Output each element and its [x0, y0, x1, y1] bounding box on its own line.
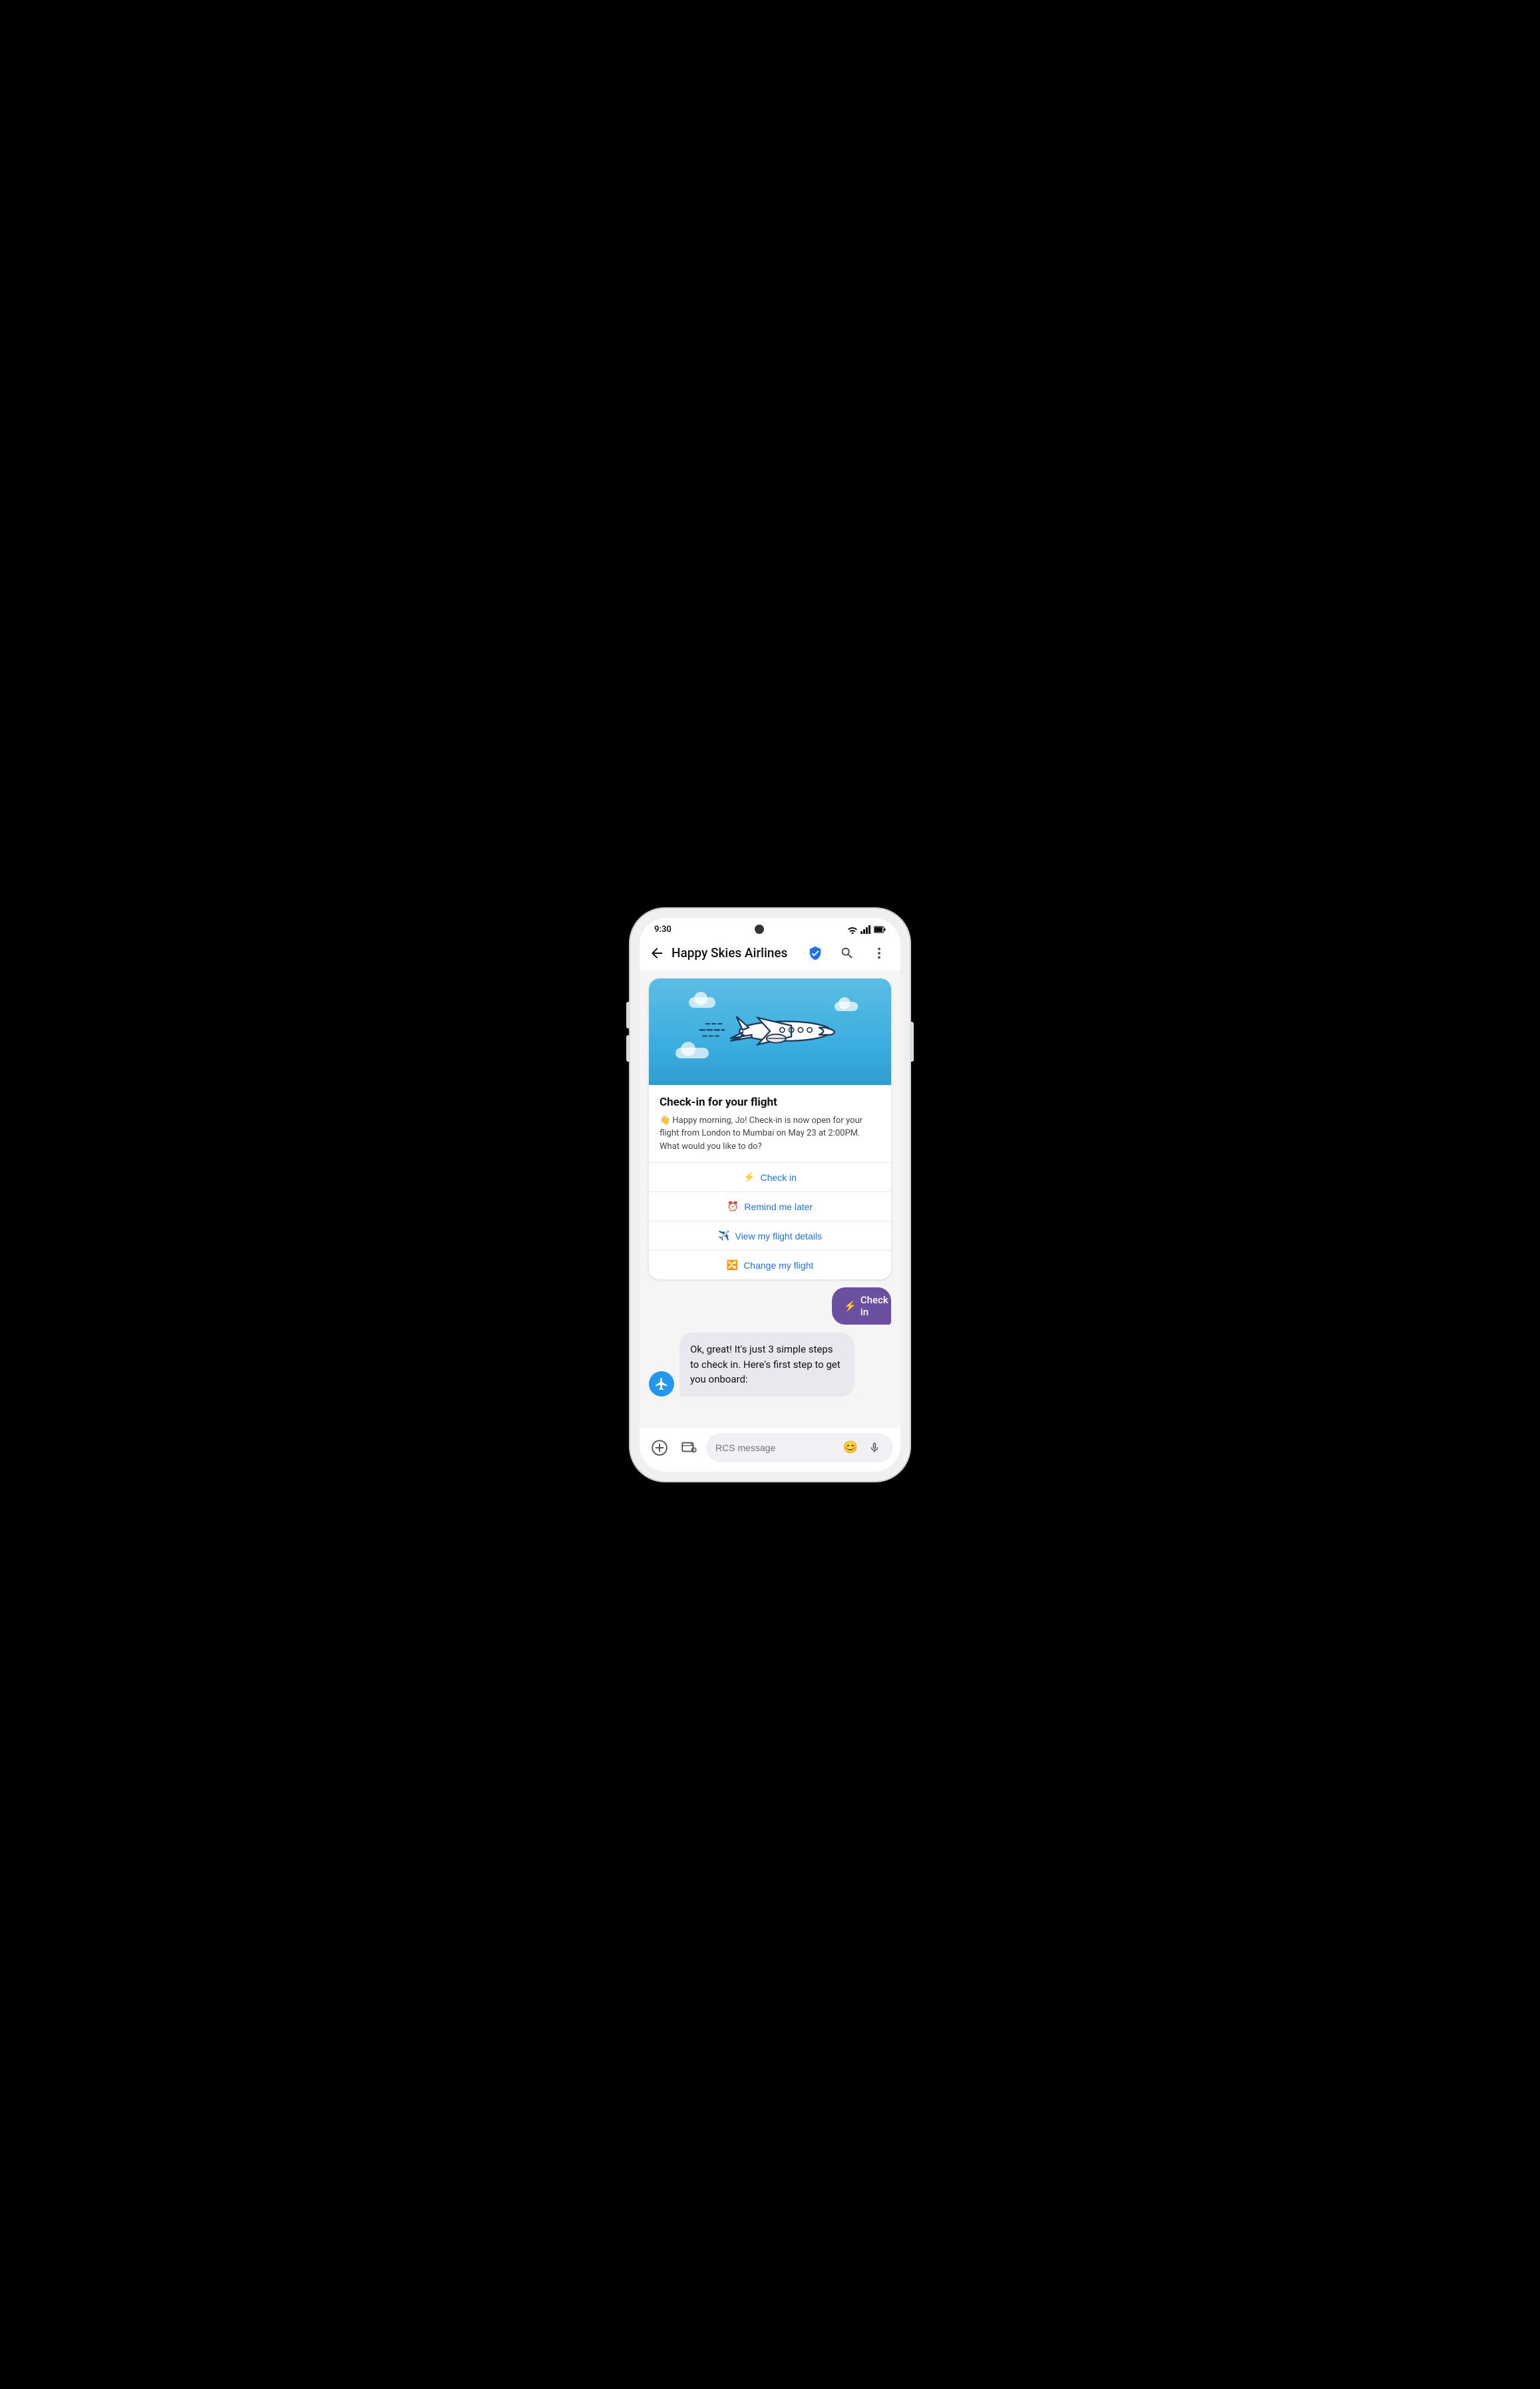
card-title: Check-in for your flight [660, 1096, 880, 1109]
view-flight-icon: ✈️ [718, 1230, 729, 1241]
volume-down-button[interactable] [626, 1035, 630, 1062]
change-flight-icon: 🔀 [727, 1259, 738, 1271]
remind-icon: ⏰ [727, 1201, 739, 1212]
status-bar: 9:30 [640, 918, 900, 937]
received-message: Ok, great! It's just 3 simple steps to c… [649, 1333, 855, 1397]
bot-avatar [649, 1371, 674, 1397]
add-button[interactable] [648, 1436, 672, 1460]
check-in-label: Check in [760, 1172, 796, 1183]
card-actions: ⚡ Check in ⏰ Remind me later ✈️ View my … [649, 1162, 891, 1279]
change-flight-button[interactable]: 🔀 Change my flight [649, 1250, 891, 1279]
wifi-icon [847, 925, 858, 934]
power-button[interactable] [910, 1022, 914, 1062]
input-field-wrap[interactable]: 😊 [706, 1433, 893, 1462]
status-icons [847, 925, 886, 934]
sent-message: ⚡ Check in [813, 1287, 891, 1325]
emoji-button[interactable]: 😊 [841, 1438, 860, 1457]
remind-later-button[interactable]: ⏰ Remind me later [649, 1192, 891, 1221]
phone-screen: 9:30 [640, 918, 900, 1472]
battery-icon [874, 926, 886, 933]
chat-area: Check-in for your flight 👋 Happy morning… [640, 971, 900, 1428]
received-bubble: Ok, great! It's just 3 simple steps to c… [679, 1333, 855, 1397]
more-options-button[interactable] [867, 941, 891, 965]
card-body-text: 👋 Happy morning, Jo! Check-in is now ope… [660, 1114, 880, 1154]
airplane-avatar-icon [654, 1377, 669, 1391]
airplane-illustration [697, 1002, 843, 1062]
input-bar: 😊 [640, 1428, 900, 1472]
more-vert-icon [872, 946, 886, 961]
status-time: 9:30 [654, 925, 672, 935]
card-image [649, 978, 891, 1085]
sent-icon: ⚡ [844, 1300, 857, 1312]
app-bar-icons [803, 941, 891, 965]
app-bar: Happy Skies Airlines [640, 937, 900, 971]
phone-frame: 9:30 [630, 909, 910, 1481]
view-flight-button[interactable]: ✈️ View my flight details [649, 1221, 891, 1250]
rich-card: Check-in for your flight 👋 Happy morning… [649, 978, 891, 1280]
back-button[interactable] [645, 941, 669, 965]
mic-icon [868, 1440, 880, 1455]
received-text: Ok, great! It's just 3 simple steps to c… [690, 1343, 841, 1385]
media-button[interactable] [677, 1436, 701, 1460]
check-in-icon: ⚡ [743, 1172, 755, 1183]
add-icon [651, 1439, 668, 1456]
change-flight-label: Change my flight [743, 1260, 813, 1271]
view-flight-label: View my flight details [735, 1231, 821, 1241]
search-button[interactable] [835, 941, 859, 965]
sent-text: Check in [861, 1294, 888, 1318]
mic-button[interactable] [865, 1438, 884, 1457]
verified-badge-button[interactable] [803, 941, 827, 965]
media-icon [680, 1439, 697, 1456]
remind-label: Remind me later [744, 1201, 813, 1212]
camera-dot [755, 925, 764, 934]
message-input[interactable] [715, 1442, 836, 1453]
card-body: Check-in for your flight 👋 Happy morning… [649, 1085, 891, 1154]
signal-icon [861, 925, 871, 934]
back-arrow-icon [649, 945, 665, 961]
sent-bubble: ⚡ Check in [832, 1287, 891, 1325]
volume-up-button[interactable] [626, 1002, 630, 1028]
search-icon [840, 946, 855, 961]
app-title: Happy Skies Airlines [672, 945, 803, 961]
shield-check-icon [808, 946, 823, 961]
check-in-action-button[interactable]: ⚡ Check in [649, 1163, 891, 1192]
